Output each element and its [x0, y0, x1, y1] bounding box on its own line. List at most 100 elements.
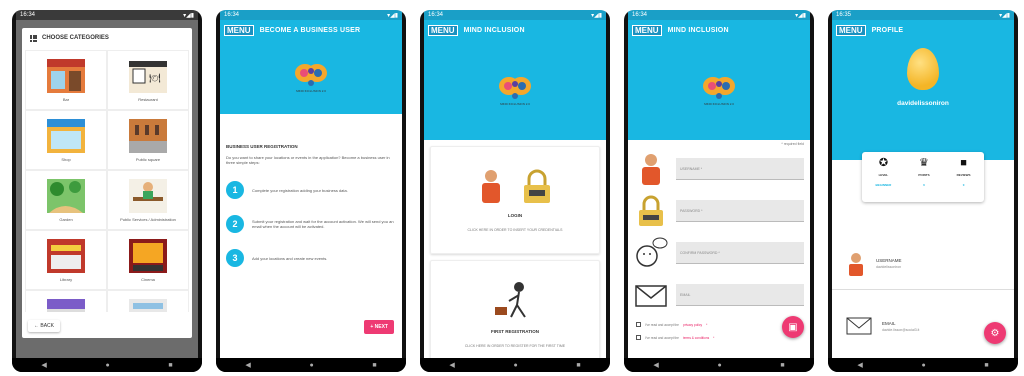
menu-button[interactable]: MENU	[224, 24, 254, 36]
status-bar: 16:34 ▾◢▮	[16, 10, 198, 20]
envelope-icon	[846, 317, 872, 335]
signal-icon: ▾◢▮	[999, 12, 1010, 19]
nav-back-icon[interactable]: ◀	[41, 361, 46, 369]
nav-home-icon[interactable]: ●	[921, 362, 925, 369]
nav-back-icon[interactable]: ◀	[653, 361, 658, 369]
category-label: Garden	[59, 217, 73, 222]
signal-icon: ▾◢▮	[795, 12, 806, 19]
phone-business: 16:34 ▾◢▮ MENU BECOME A BUSINESS USER MIN…	[216, 10, 406, 372]
next-button[interactable]: + NEXT	[364, 320, 394, 334]
screen-registration: 16:34 ▾◢▮ MENU MIND INCLUSION MIND INCLUS…	[628, 10, 810, 358]
step-2: 2 Submit your registration and wait for t…	[226, 215, 396, 233]
logo-text: MIND INCLUSION 2.0	[704, 102, 734, 106]
password-field[interactable]: PASSWORD *	[676, 200, 804, 222]
phone-registration: 16:34 ▾◢▮ MENU MIND INCLUSION MIND INCLUS…	[624, 10, 814, 372]
register-card[interactable]: FIRST REGISTRATION CLICK HERE IN ORDER T…	[430, 260, 600, 358]
email-field[interactable]: EMAIL	[676, 284, 804, 306]
lock-icon	[524, 169, 550, 203]
phone-welcome: 16:34 ▾◢▮ MENU MIND INCLUSION MIND INCLUS…	[420, 10, 610, 372]
garden-icon	[47, 179, 85, 213]
password-row: PASSWORD *	[628, 190, 810, 232]
nav-home-icon[interactable]: ●	[513, 362, 517, 369]
nav-recents-icon[interactable]: ■	[372, 362, 376, 369]
nav-home-icon[interactable]: ●	[105, 362, 109, 369]
step-1: 1 Complete your registration adding your …	[226, 181, 396, 199]
square-icon	[129, 119, 167, 153]
category-shop[interactable]: Shop	[25, 110, 107, 170]
nav-back-icon[interactable]: ◀	[857, 361, 862, 369]
username-field[interactable]: USERNAME *	[676, 158, 804, 180]
menu-button[interactable]: MENU	[632, 24, 662, 36]
category-public-square[interactable]: Public square	[107, 110, 189, 170]
terms-checkbox[interactable]	[636, 335, 641, 340]
login-card[interactable]: LOGIN CLICK HERE IN ORDER TO INSERT YOUR…	[430, 146, 600, 254]
user-icon	[642, 154, 660, 185]
category-label: Shop	[61, 157, 71, 162]
privacy-link[interactable]: privacy policy	[683, 323, 702, 327]
nav-back-icon[interactable]: ◀	[245, 361, 250, 369]
category-cinema[interactable]: Cinema	[107, 230, 189, 290]
category-label: Library	[59, 277, 73, 282]
nav-recents-icon[interactable]: ■	[168, 362, 172, 369]
register-title: FIRST REGISTRATION	[491, 328, 539, 334]
bar-icon	[47, 59, 85, 93]
username-row: USERNAME *	[628, 148, 810, 190]
confirm-password-field[interactable]: CONFIRM PASSWORD *	[676, 242, 804, 264]
category-more-1[interactable]	[25, 290, 107, 312]
nav-recents-icon[interactable]: ■	[780, 362, 784, 369]
screen-profile: 16:35 ▾◢▮ MENU PROFILE davidelissoniron ✪…	[832, 10, 1014, 358]
system-nav-bar: ◀ ● ■	[828, 358, 1018, 372]
settings-button[interactable]: ⚙	[984, 322, 1006, 344]
envelope-icon	[635, 285, 667, 307]
phone-categories: 16:34 ▾◢▮ CHOOSE CATEGORIES Bar 🍽 Restaur…	[12, 10, 202, 372]
app-store-screenshots: 16:34 ▾◢▮ CHOOSE CATEGORIES Bar 🍽 Restaur…	[0, 0, 1024, 376]
required-mark: *	[713, 335, 715, 340]
step-text: Complete your registration adding your b…	[252, 187, 348, 193]
category-more-2[interactable]	[107, 290, 189, 312]
stat-reviews: ■ REVIEWS 0	[957, 156, 971, 202]
restaurant-icon: 🍽	[129, 61, 167, 93]
status-bar: 16:34 ▾◢▮	[628, 10, 810, 20]
username-value: davidelissoniron	[876, 265, 902, 269]
business-body: BUSINESS USER REGISTRATION Do you want t…	[220, 114, 402, 277]
category-garden[interactable]: Garden	[25, 170, 107, 230]
medal-icon: ✪	[878, 157, 889, 169]
app-bar: MENU BECOME A BUSINESS USER	[220, 20, 402, 40]
app-bar: MENU MIND INCLUSION	[424, 20, 606, 40]
confirm-row: CONFIRM PASSWORD *	[628, 232, 810, 274]
terms-link[interactable]: terms & conditions	[683, 336, 709, 340]
required-note: * required field	[781, 142, 804, 146]
back-button[interactable]: ← BACK	[28, 320, 61, 332]
status-time: 16:34	[20, 12, 36, 18]
nav-recents-icon[interactable]: ■	[984, 362, 988, 369]
category-library[interactable]: Library	[25, 230, 107, 290]
category-public-services[interactable]: Public Services / Administration	[107, 170, 189, 230]
dialog-title: CHOOSE CATEGORIES	[42, 35, 109, 41]
nav-back-icon[interactable]: ◀	[449, 361, 454, 369]
nav-recents-icon[interactable]: ■	[576, 362, 580, 369]
nav-home-icon[interactable]: ●	[717, 362, 721, 369]
brain-logo-icon	[499, 77, 531, 99]
privacy-checkbox[interactable]	[636, 322, 641, 327]
grid-icon	[30, 34, 37, 42]
dialog-header: CHOOSE CATEGORIES	[22, 28, 192, 48]
logo-text: MIND INCLUSION 2.0	[296, 89, 326, 93]
category-restaurant[interactable]: 🍽 Restaurant	[107, 50, 189, 110]
section-title: BUSINESS USER REGISTRATION	[226, 144, 298, 149]
categories-dialog: CHOOSE CATEGORIES Bar 🍽 Restaurant Shop	[22, 28, 192, 338]
nav-home-icon[interactable]: ●	[309, 362, 313, 369]
save-button[interactable]: ▣	[782, 316, 804, 338]
menu-button[interactable]: MENU	[428, 24, 458, 36]
stat-value: 0	[923, 183, 925, 187]
status-bar: 16:35 ▾◢▮	[832, 10, 1014, 20]
menu-button[interactable]: MENU	[836, 24, 866, 36]
category-bar[interactable]: Bar	[25, 50, 107, 110]
hero-banner: MIND INCLUSION 2.0	[424, 40, 606, 140]
screen-business: 16:34 ▾◢▮ MENU BECOME A BUSINESS USER MIN…	[220, 10, 402, 358]
register-subtitle: CLICK HERE IN ORDER TO REGISTER FOR THE …	[464, 343, 566, 348]
hero-banner: MIND INCLUSION 2.0	[220, 40, 402, 114]
status-time: 16:34	[632, 12, 648, 18]
email-label: EMAIL	[882, 320, 896, 326]
stat-label: POINTS	[918, 173, 930, 177]
profile-username: davidelissoniron	[897, 100, 949, 107]
